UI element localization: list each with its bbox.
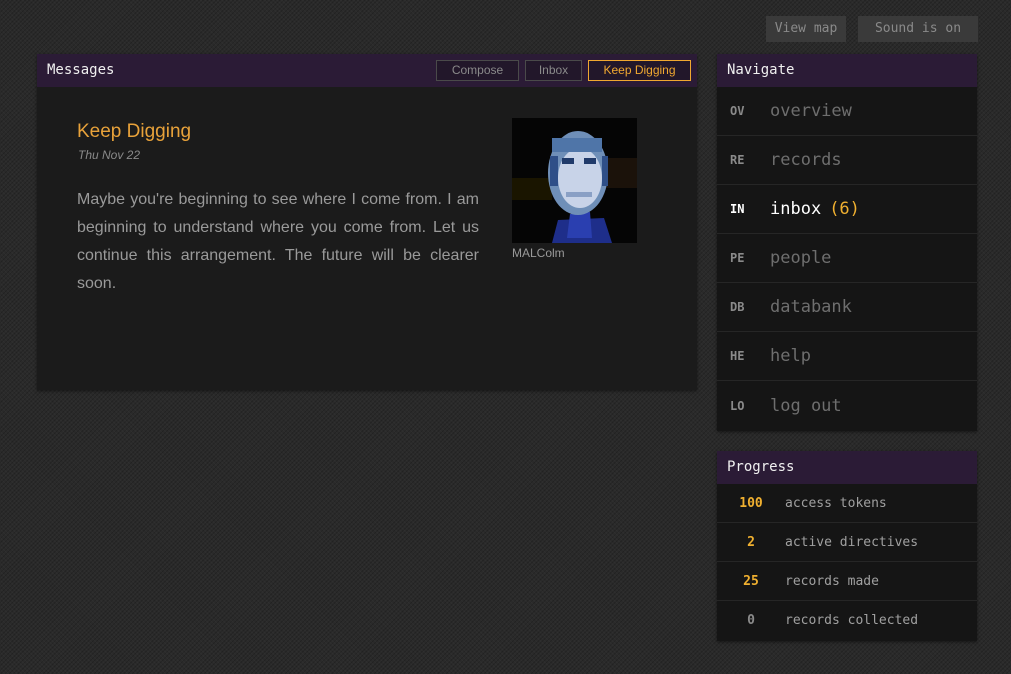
nav-item-people[interactable]: PE people <box>717 234 977 283</box>
nav-item-overview[interactable]: OV overview <box>717 87 977 136</box>
nav-label: log out <box>770 395 842 416</box>
messages-panel: Messages Compose Inbox Keep Digging Keep… <box>37 54 697 390</box>
message-date: Thu Nov 22 <box>78 148 141 162</box>
progress-value: 2 <box>747 534 755 550</box>
message-body: Maybe you're beginning to see where I co… <box>77 191 479 292</box>
nav-code: PE <box>730 251 745 265</box>
nav-item-databank[interactable]: DB databank <box>717 283 977 332</box>
nav-item-help[interactable]: HE help <box>717 332 977 381</box>
progress-label: access tokens <box>785 495 887 511</box>
navigate-title: Navigate <box>727 62 795 78</box>
progress-label: records made <box>785 573 879 589</box>
progress-label: active directives <box>785 534 919 550</box>
nav-item-inbox[interactable]: IN inbox (6) <box>717 185 977 234</box>
nav-label: inbox <box>770 199 822 219</box>
nav-label: overview <box>770 101 852 121</box>
nav-list: OV overview RE records IN inbox (6) PE p… <box>717 87 977 430</box>
progress-label: records collected <box>785 613 919 628</box>
nav-label: help <box>770 346 811 366</box>
nav-code: DB <box>730 300 745 314</box>
nav-code: RE <box>730 153 745 167</box>
progress-header: Progress <box>717 451 977 484</box>
nav-code: IN <box>730 202 745 216</box>
sender-avatar <box>512 118 637 243</box>
inbox-count-badge: (6) <box>829 199 860 219</box>
message-subject: Keep Digging <box>77 121 192 142</box>
progress-value: 0 <box>747 613 755 628</box>
messages-header: Messages Compose Inbox Keep Digging <box>37 54 697 87</box>
nav-label: records <box>770 150 842 170</box>
nav-code: LO <box>730 398 745 413</box>
navigate-panel: Navigate OV overview RE records IN inbox… <box>717 54 977 431</box>
progress-item-records-made: 25 records made <box>717 562 977 601</box>
progress-value: 100 <box>739 495 763 511</box>
tab-keep-digging[interactable]: Keep Digging <box>588 60 691 81</box>
progress-panel: Progress 100 access tokens 2 active dire… <box>717 451 977 641</box>
progress-list: 100 access tokens 2 active directives 25… <box>717 484 977 640</box>
messages-title: Messages <box>47 62 115 78</box>
nav-item-records[interactable]: RE records <box>717 136 977 185</box>
nav-label: databank <box>770 297 852 317</box>
progress-item-access-tokens: 100 access tokens <box>717 484 977 523</box>
sender-portrait-image <box>512 118 637 243</box>
tab-inbox[interactable]: Inbox <box>525 60 582 81</box>
progress-value: 25 <box>743 573 759 589</box>
nav-code: HE <box>730 349 745 363</box>
view-map-button[interactable]: View map <box>766 16 846 42</box>
sound-toggle-button[interactable]: Sound is on <box>858 16 978 42</box>
nav-code: OV <box>730 104 745 118</box>
sender-name: MALColm <box>512 246 565 260</box>
progress-item-records-collected: 0 records collected <box>717 601 977 640</box>
nav-label: people <box>770 248 832 268</box>
message-tabs: Compose Inbox Keep Digging <box>436 60 691 81</box>
progress-item-active-directives: 2 active directives <box>717 523 977 562</box>
tab-compose[interactable]: Compose <box>436 60 519 81</box>
navigate-header: Navigate <box>717 54 977 87</box>
nav-item-log-out[interactable]: LO log out <box>717 381 977 430</box>
progress-title: Progress <box>727 459 795 475</box>
